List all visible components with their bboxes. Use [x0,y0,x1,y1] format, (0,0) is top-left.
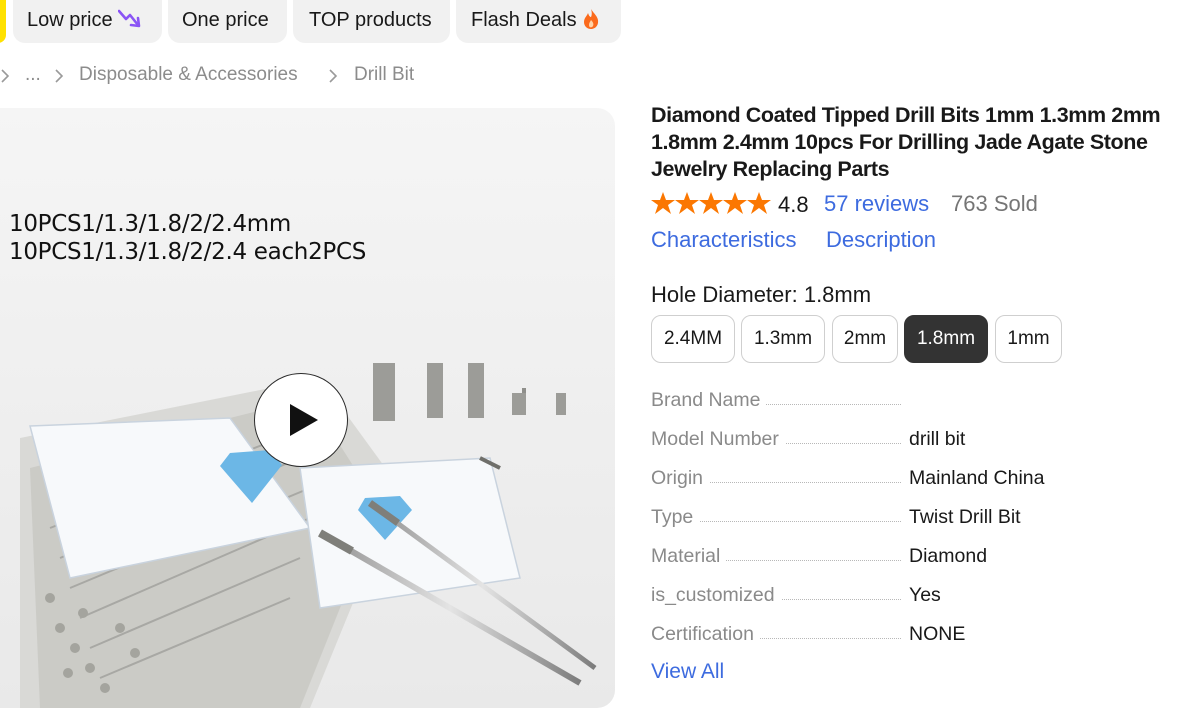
option-1-3mm[interactable]: 1.3mm [741,315,825,363]
spec-row-is-customized: is_customized Yes [651,582,1171,608]
product-media-viewer[interactable]: 10PCS1/1.3/1.8/2/2.4mm 10PCS1/1.3/1.8/2/… [0,108,615,708]
spec-row-brand-name: Brand Name [651,387,1171,413]
tab-characteristics[interactable]: Characteristics [651,226,796,254]
spec-value: Yes [909,584,941,606]
chip-label: One price [182,9,269,31]
option-2mm[interactable]: 2mm [832,315,898,363]
spec-value: drill bit [909,428,966,450]
sold-count: 763 Sold [951,191,1038,216]
spec-key: Model Number [651,426,785,452]
rating-value: 4.8 [778,192,809,217]
spec-row-certification: Certification NONE [651,621,1171,647]
spec-row-material: Material Diamond [651,543,1171,569]
play-icon [290,404,318,436]
play-video-button[interactable] [254,373,348,467]
option-label: 1mm [1007,328,1050,349]
chevron-right-icon [55,69,64,83]
spec-key: Type [651,504,700,530]
flame-icon [582,4,600,45]
spec-value: Diamond [909,545,988,567]
image-caption-line-1: 10PCS1/1.3/1.8/2/2.4mm [9,211,292,237]
chip-label: Low price [27,9,113,31]
chip-one-price[interactable]: One price [168,0,287,43]
tab-description[interactable]: Description [826,226,936,254]
chevron-right-icon [1,69,10,83]
spec-row-type: Type Twist Drill Bit [651,504,1171,530]
chip-flash-deals[interactable]: Flash Deals [456,0,621,43]
view-all-link[interactable]: View All [651,659,724,685]
breadcrumb-ellipsis[interactable]: ... [25,62,41,88]
option-label: 2.4MM [663,328,723,349]
highlight-chip[interactable] [0,0,6,43]
spec-key: Material [651,543,727,569]
breadcrumb-item-current[interactable]: Drill Bit [354,62,414,88]
breadcrumb-item-category[interactable]: Disposable & Accessories [79,62,298,88]
option-label: 1.3mm [753,328,813,349]
product-title: Diamond Coated Tipped Drill Bits 1mm 1.3… [651,103,1161,181]
chip-low-price[interactable]: Low price [13,0,162,43]
spec-key: Certification [651,621,760,647]
option-1mm[interactable]: 1mm [995,315,1062,363]
spec-key: Brand Name [651,387,767,413]
spec-key: is_customized [651,582,781,608]
star-rating-icon [651,192,771,214]
trending-down-icon [117,4,142,45]
chip-label: Flash Deals [471,9,577,31]
spec-key: Origin [651,465,710,491]
option-2-4mm[interactable]: 2.4MM [651,315,735,363]
option-label-hole-diameter: Hole Diameter: 1.8mm [651,282,872,307]
spec-value: Twist Drill Bit [909,506,1021,528]
option-label: 2mm [843,328,887,349]
reviews-link[interactable]: 57 reviews [824,190,929,218]
chip-top-products[interactable]: TOP products [293,0,450,43]
chevron-right-icon [329,69,338,83]
spec-value: Mainland China [909,467,1045,489]
option-1-8mm-selected[interactable]: 1.8mm [904,315,988,363]
spec-row-model-number: Model Number drill bit [651,426,1171,452]
chip-label: TOP products [309,9,432,31]
image-caption-line-2: 10PCS1/1.3/1.8/2/2.4 each2PCS [9,239,367,265]
spec-row-origin: Origin Mainland China [651,465,1171,491]
spec-value: NONE [909,623,966,645]
option-label: 1.8mm [916,328,976,349]
